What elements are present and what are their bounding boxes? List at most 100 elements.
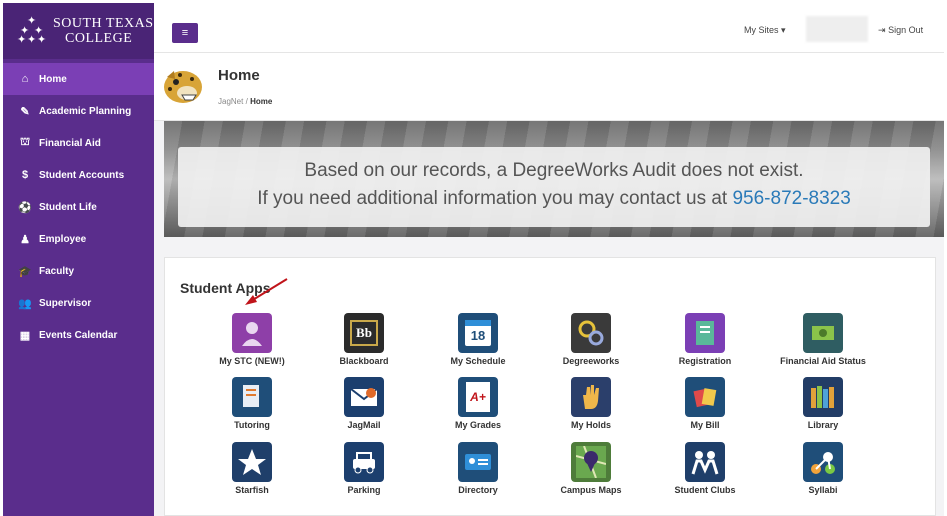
app-label: Syllabi — [808, 485, 838, 495]
page-header: Home JagNet / Home — [154, 53, 944, 121]
money-icon — [803, 313, 843, 353]
notice-line-2: If you need additional information you m… — [257, 188, 851, 209]
college-logo[interactable]: ✦ ✦ ✦ ✦ ✦ ✦ SOUTH TEXAS COLLEGE — [3, 3, 154, 59]
sidebar-item-label: Student Accounts — [39, 169, 125, 181]
phone-link[interactable]: 956-872-8323 — [732, 188, 850, 209]
calendar-icon: ▦ — [19, 329, 31, 342]
sidebar-item-student-life[interactable]: ⚽ Student Life — [3, 191, 154, 223]
car-icon — [344, 442, 384, 482]
sidebar-item-label: Faculty — [39, 265, 75, 277]
app-jagmail[interactable]: JagMail — [309, 377, 419, 430]
notice-line-1: Based on our records, a DegreeWorks Audi… — [304, 160, 804, 181]
home-icon: ⌂ — [21, 73, 29, 85]
people-icon — [685, 442, 725, 482]
app-label: Parking — [347, 485, 381, 495]
bill-icon — [685, 377, 725, 417]
sidebar-item-home[interactable]: ⌂ Home — [3, 63, 154, 95]
sidebar-item-student-accounts[interactable]: $ Student Accounts — [3, 159, 154, 191]
app-library[interactable]: Library — [768, 377, 878, 430]
notice-banner: Based on our records, a DegreeWorks Audi… — [164, 121, 944, 237]
app-label: My Holds — [570, 420, 611, 430]
app-label: Financial Aid Status — [780, 356, 866, 366]
app-registration[interactable]: Registration — [650, 313, 760, 366]
app-label: Campus Maps — [560, 485, 622, 495]
caret-down-icon: ▾ — [781, 25, 786, 35]
sidebar-item-supervisor[interactable]: 👥 Supervisor — [3, 287, 154, 319]
app-my-stc-new[interactable]: My STC (NEW!) — [197, 313, 307, 366]
sidebar-item-faculty[interactable]: 🎓 Faculty — [3, 255, 154, 287]
app-label: Directory — [458, 485, 498, 495]
app-label: Starfish — [235, 485, 269, 495]
sign-out-link[interactable]: ⇥ Sign Out — [878, 25, 923, 36]
app-label: JagMail — [347, 420, 381, 430]
map-pin-icon — [571, 442, 611, 482]
app-tutoring[interactable]: Tutoring — [197, 377, 307, 430]
app-degreeworks[interactable]: Degreeworks — [536, 313, 646, 366]
calendar-icon: 18 — [458, 313, 498, 353]
person-silhouette-icon — [232, 313, 272, 353]
graduation-cap-icon: 🎓 — [18, 265, 32, 278]
page-title: Home — [218, 67, 260, 84]
id-card-icon — [458, 442, 498, 482]
sidebar-item-label: Student Life — [39, 201, 97, 213]
breadcrumb: JagNet / Home — [218, 97, 273, 106]
college-name: SOUTH TEXAS COLLEGE — [53, 16, 154, 46]
sidebar-item-label: Academic Planning — [39, 105, 132, 117]
group-icon: 👥 — [18, 297, 32, 310]
app-label: My Grades — [454, 420, 502, 430]
app-my-holds[interactable]: My Holds — [536, 377, 646, 430]
sidebar-item-label: Events Calendar — [39, 329, 118, 341]
my-sites-dropdown[interactable]: My Sites ▾ — [744, 25, 786, 36]
sidebar-item-financial-aid[interactable]: ⛫ Financial Aid — [3, 127, 154, 159]
app-campus-maps[interactable]: Campus Maps — [536, 442, 646, 495]
app-student-clubs[interactable]: Student Clubs — [650, 442, 760, 495]
app-starfish[interactable]: Starfish — [197, 442, 307, 495]
app-label: Registration — [678, 356, 732, 366]
app-my-grades[interactable]: A+ My Grades — [423, 377, 533, 430]
app-label: Degreeworks — [562, 356, 620, 366]
syllabi-icon — [803, 442, 843, 482]
app-label: Library — [807, 420, 839, 430]
books-icon — [803, 377, 843, 417]
person-icon: ♟ — [20, 233, 30, 246]
sidebar-item-events-calendar[interactable]: ▦ Events Calendar — [3, 319, 154, 351]
app-my-bill[interactable]: My Bill — [650, 377, 760, 430]
app-my-schedule[interactable]: 18 My Schedule — [423, 313, 533, 366]
app-label: My Bill — [690, 420, 720, 430]
user-name-redacted — [806, 16, 868, 42]
sidebar-item-label: Employee — [39, 233, 87, 245]
app-financial-aid-status[interactable]: Financial Aid Status — [768, 313, 878, 366]
app-label: Student Clubs — [674, 485, 736, 495]
degreeworks-notice: Based on our records, a DegreeWorks Audi… — [178, 147, 930, 227]
grade-paper-icon: A+ — [458, 377, 498, 417]
envelope-icon — [344, 377, 384, 417]
clipboard-icon — [685, 313, 725, 353]
app-syllabi[interactable]: Syllabi — [768, 442, 878, 495]
notebook-icon — [232, 377, 272, 417]
app-label: My Schedule — [450, 356, 506, 366]
pencil-icon: ✎ — [20, 105, 30, 118]
app-label: My STC (NEW!) — [219, 356, 285, 366]
jaguar-mascot-icon — [164, 71, 202, 103]
app-frame: ✦ ✦ ✦ ✦ ✦ ✦ SOUTH TEXAS COLLEGE ⌂ Home ✎ Ac… — [3, 3, 944, 516]
sidebar-item-label: Financial Aid — [39, 137, 101, 149]
app-label: Tutoring — [234, 420, 270, 430]
bank-icon: ⛫ — [19, 136, 31, 148]
app-directory[interactable]: Directory — [423, 442, 533, 495]
sidebar-item-academic-planning[interactable]: ✎ Academic Planning — [3, 95, 154, 127]
breadcrumb-jagnet-link[interactable]: JagNet — [218, 97, 243, 106]
blackboard-icon: Bb — [344, 313, 384, 353]
sidebar: ✦ ✦ ✦ ✦ ✦ ✦ SOUTH TEXAS COLLEGE ⌂ Home ✎ Ac… — [3, 3, 154, 516]
top-bar: ≡ My Sites ▾ ⇥ Sign Out — [154, 3, 944, 53]
hand-icon — [571, 377, 611, 417]
sign-out-icon: ⇥ — [878, 25, 886, 35]
app-parking[interactable]: Parking — [309, 442, 419, 495]
sidebar-item-employee[interactable]: ♟ Employee — [3, 223, 154, 255]
sidebar-item-label: Supervisor — [39, 297, 92, 309]
app-label: Blackboard — [339, 356, 389, 366]
gears-icon — [571, 313, 611, 353]
stc-emblem-icon: ✦ ✦ ✦ ✦ ✦ ✦ — [17, 15, 47, 46]
app-blackboard[interactable]: Bb Blackboard — [309, 313, 419, 366]
menu-toggle-button[interactable]: ≡ — [172, 23, 198, 43]
starfish-icon — [232, 442, 272, 482]
